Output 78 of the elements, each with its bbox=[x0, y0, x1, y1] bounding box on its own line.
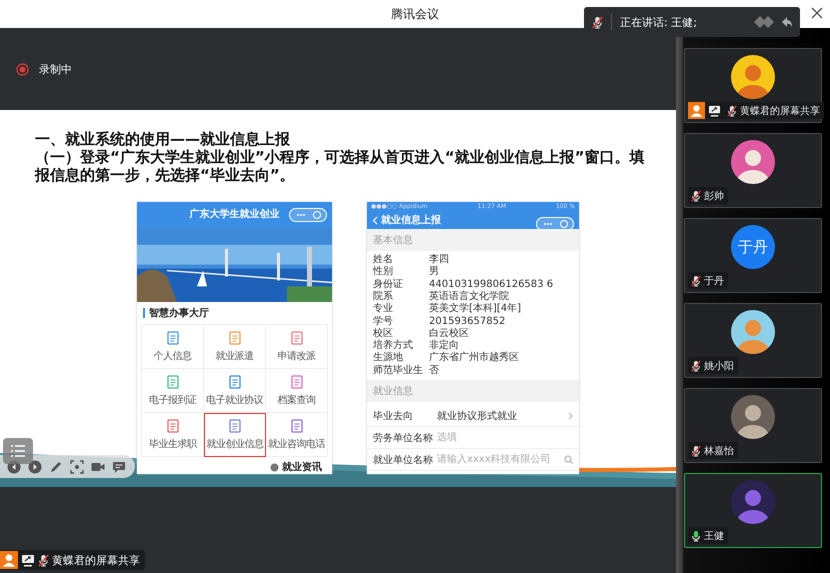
avatar bbox=[731, 55, 775, 99]
service-tile[interactable]: 就业咨询电话 bbox=[266, 413, 328, 457]
service-tile[interactable]: 个人信息 bbox=[142, 325, 204, 369]
service-tile[interactable]: 毕业生求职 bbox=[142, 413, 204, 457]
window-title: 腾讯会议 bbox=[391, 6, 439, 22]
participant-name: 姚小阳 bbox=[704, 360, 734, 372]
field-value: 440103199806126583 6 bbox=[429, 278, 554, 290]
menu-button[interactable] bbox=[3, 438, 33, 464]
field-value: 广东省广州市越秀区 bbox=[429, 352, 519, 365]
sharer-name: 黄蝶君的屏幕共享 bbox=[52, 552, 140, 568]
popup-controls-icon[interactable] bbox=[752, 14, 792, 30]
service-tile[interactable]: 电子报到证 bbox=[142, 369, 204, 413]
field-value: 男 bbox=[429, 266, 439, 279]
participant-name: 王健 bbox=[704, 530, 724, 542]
participant-tile[interactable]: 林嘉怡 bbox=[684, 388, 822, 463]
avatar bbox=[731, 140, 775, 184]
speaking-label: 正在讲话: 王健; bbox=[620, 14, 698, 30]
field-label: 毕业去向 bbox=[373, 410, 414, 422]
tab-icon bbox=[270, 462, 279, 472]
page-title: 就业信息上报 bbox=[381, 214, 441, 228]
participant-name: 于丹 bbox=[704, 274, 724, 288]
field-value: 201593657852 bbox=[429, 316, 506, 328]
service-tile[interactable]: 电子就业协议 bbox=[204, 369, 266, 413]
field-label: 劳务单位名称 bbox=[373, 432, 434, 444]
field-label: 生源地 bbox=[373, 352, 404, 364]
service-tile[interactable]: 就业创业信息 bbox=[204, 413, 266, 457]
participant-name: 彭帅 bbox=[704, 190, 724, 202]
service-tile[interactable]: 就业派遣 bbox=[204, 325, 266, 369]
field-value: 否 bbox=[429, 364, 439, 377]
field-value: 白云校区 bbox=[429, 328, 469, 340]
field-label: 师范毕业生 bbox=[373, 364, 424, 377]
field-label: 学号 bbox=[373, 316, 394, 328]
participant-name: 林嘉怡 bbox=[704, 444, 734, 458]
comment-icon[interactable] bbox=[112, 460, 126, 474]
field-label: 培养方式 bbox=[373, 340, 414, 352]
participant-tile[interactable]: 于丹 于丹 bbox=[684, 218, 822, 293]
field-value: 英语语言文化学院 bbox=[429, 290, 509, 302]
recording-icon bbox=[16, 62, 29, 76]
avatar: 于丹 bbox=[731, 225, 775, 269]
participant-name: 黄蝶君的屏幕共享 bbox=[740, 104, 820, 118]
field-label: 身份证 bbox=[373, 278, 404, 290]
field-value: 非定向 bbox=[429, 340, 459, 352]
input-field[interactable]: 选填 bbox=[437, 432, 573, 443]
section-header: 就业信息 bbox=[367, 380, 579, 402]
service-tile[interactable]: 申请改派 bbox=[266, 325, 328, 369]
recording-label: 录制中 bbox=[39, 62, 72, 76]
input-field[interactable]: 请输入xxxx科技有限公司 bbox=[437, 454, 564, 465]
capsule-menu-icon bbox=[289, 208, 327, 222]
slide-paragraph: （一）登录“广东大学生就业创业”小程序，可选择从首页进入“就业创业信息上报”窗口。填报信息的第一步，先选择“毕业去向”。 bbox=[35, 148, 646, 184]
field-label: 性别 bbox=[373, 266, 394, 279]
chevron-icon bbox=[568, 412, 573, 420]
field-value: 英美文学[本科][4年] bbox=[429, 303, 521, 316]
next-icon[interactable] bbox=[28, 460, 42, 474]
pen-icon[interactable] bbox=[49, 460, 63, 474]
close-icon[interactable] bbox=[811, 7, 823, 19]
slide-heading: 一、就业系统的使用——就业信息上报 bbox=[35, 130, 291, 148]
app-title: 广东大学生就业创业 bbox=[190, 207, 280, 222]
avatar bbox=[731, 480, 775, 524]
participant-tile[interactable]: 王健 bbox=[684, 473, 822, 548]
list-icon bbox=[10, 444, 26, 458]
field-label: 校区 bbox=[373, 328, 394, 340]
field-label: 院系 bbox=[373, 290, 394, 302]
field-label: 专业 bbox=[373, 303, 394, 316]
field-label: 姓名 bbox=[373, 254, 394, 266]
tab-label[interactable]: 就业资讯 bbox=[282, 460, 322, 474]
avatar bbox=[731, 395, 775, 439]
avatar bbox=[731, 310, 775, 354]
section-header: 基本信息 bbox=[367, 229, 579, 252]
participant-tile[interactable]: 黄蝶君的屏幕共享 bbox=[684, 48, 822, 123]
field-label: 就业单位名称 bbox=[373, 454, 434, 466]
field-value: 李四 bbox=[429, 254, 449, 266]
service-tile[interactable]: 档案查询 bbox=[266, 369, 328, 413]
select-value[interactable]: 就业协议形式就业 bbox=[437, 408, 568, 422]
participant-tile[interactable]: 彭帅 bbox=[684, 133, 822, 208]
participant-tile[interactable]: 姚小阳 bbox=[684, 303, 822, 378]
focus-icon[interactable] bbox=[70, 460, 84, 474]
back-icon[interactable] bbox=[372, 216, 378, 225]
section-title: 智慧办事大厅 bbox=[149, 306, 209, 320]
